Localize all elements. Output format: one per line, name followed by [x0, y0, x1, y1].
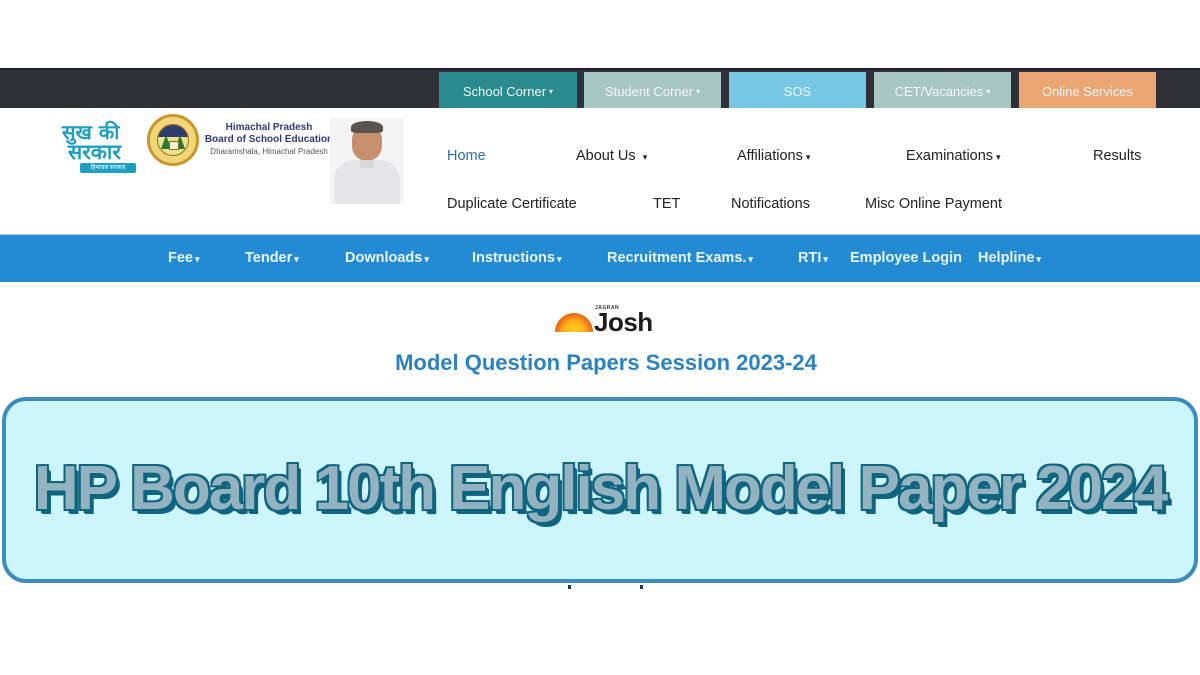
cet-vacancies-label: CET/Vacancies — [894, 83, 984, 99]
menu-helpline-label: Helpline — [978, 250, 1035, 266]
menu-instructions-label: Instructions — [472, 250, 555, 266]
caret-down-icon: ▾ — [195, 254, 200, 264]
menu-recruitment-exams[interactable]: Recruitment Exams. ▾ — [607, 250, 753, 266]
nav-affiliations-label: Affiliations — [737, 148, 803, 164]
nav-home[interactable]: Home — [447, 148, 486, 164]
main-menu-bar: Fee ▾ Tender ▾ Downloads ▾ Instructions ▾ Re… — [0, 234, 1200, 282]
nav-notifications-label: Notifications — [731, 196, 810, 212]
jagran-josh-logo: JAGRAN Josh — [555, 305, 655, 339]
menu-downloads[interactable]: Downloads ▾ — [345, 250, 429, 266]
menu-downloads-label: Downloads — [345, 250, 423, 266]
sos-button[interactable]: SOS — [729, 72, 866, 110]
caret-down-icon: ▾ — [996, 152, 1001, 162]
emblem-inner — [157, 124, 189, 156]
nav-home-label: Home — [447, 148, 486, 164]
menu-tender[interactable]: Tender ▾ — [245, 250, 299, 266]
slogan-line-2: सरकार — [68, 140, 121, 164]
menu-rti[interactable]: RTI ▾ — [798, 250, 828, 266]
chief-minister-photo — [330, 118, 404, 204]
page: School Corner ▾ Student Corner ▾ SOS CET/V… — [0, 0, 1200, 675]
title-banner: HP Board 10th English Model Paper 2024 — [2, 397, 1198, 583]
photo-hair — [351, 121, 383, 133]
nav-tet-label: TET — [653, 196, 681, 212]
board-location: Dharamshala, Himachal Pradesh — [210, 147, 328, 156]
sukh-ki-sarkar-logo[interactable]: सुख की सरकार हिमाचल सरकार — [56, 118, 142, 174]
nav-tet[interactable]: TET — [653, 196, 680, 212]
caret-down-icon: ▾ — [1036, 254, 1041, 264]
nav-results[interactable]: Results — [1093, 148, 1141, 164]
nav-duplicate-certificate[interactable]: Duplicate Certificate — [447, 196, 577, 212]
nav-misc-online-payment-label: Misc Online Payment — [865, 196, 1002, 212]
text-fragment-mark — [568, 585, 571, 589]
online-services-button[interactable]: Online Services — [1019, 72, 1156, 110]
caret-down-icon: ▾ — [805, 152, 811, 162]
menu-recruitment-exams-label: Recruitment Exams. — [607, 250, 747, 266]
sos-label: SOS — [783, 83, 812, 99]
top-utility-bar: School Corner ▾ Student Corner ▾ SOS CET/V… — [0, 68, 1200, 110]
caret-down-icon: ▾ — [642, 152, 648, 162]
student-corner-label: Student Corner — [604, 83, 694, 99]
menu-instructions[interactable]: Instructions ▾ — [472, 250, 562, 266]
caret-down-icon: ▾ — [424, 254, 429, 264]
online-services-label: Online Services — [1041, 83, 1134, 99]
nav-duplicate-certificate-label: Duplicate Certificate — [447, 196, 577, 212]
nav-examinations[interactable]: Examinations ▾ — [906, 148, 1001, 164]
menu-employee-login[interactable]: Employee Login — [850, 250, 962, 266]
model-papers-heading: Model Question Papers Session 2023-24 — [395, 350, 817, 375]
rising-sun-icon — [555, 313, 593, 332]
caret-down-icon: ▾ — [556, 254, 562, 264]
school-corner-button[interactable]: School Corner ▾ — [439, 72, 577, 110]
site-header: सुख की सरकार हिमाचल सरकार Himachal Prade… — [0, 108, 1200, 234]
nav-about-us-label: About Us — [576, 148, 636, 164]
banner-title: HP Board 10th English Model Paper 2024 — [32, 453, 1169, 525]
nav-affiliations[interactable]: Affiliations ▾ — [737, 148, 810, 164]
board-name: Himachal Pradesh Board of School Educati… — [204, 122, 334, 158]
nav-examinations-label: Examinations — [906, 148, 994, 164]
caret-down-icon: ▾ — [823, 254, 828, 264]
nav-misc-online-payment[interactable]: Misc Online Payment — [865, 196, 1002, 212]
text-fragment-mark — [640, 585, 643, 589]
board-name-line-1: Himachal Pradesh — [225, 122, 313, 133]
board-name-line-2: Board of School Education — [204, 134, 334, 145]
caret-down-icon: ▾ — [986, 86, 991, 96]
nav-about-us[interactable]: About Us ▾ — [576, 148, 647, 164]
cet-vacancies-button[interactable]: CET/Vacancies ▾ — [874, 72, 1011, 110]
caret-down-icon: ▾ — [748, 254, 753, 264]
school-corner-label: School Corner — [462, 83, 547, 99]
menu-helpline[interactable]: Helpline ▾ — [978, 250, 1041, 266]
board-emblem-icon[interactable] — [147, 114, 199, 166]
emblem-book-icon — [169, 141, 179, 150]
menu-rti-label: RTI — [798, 250, 822, 266]
caret-down-icon: ▾ — [294, 254, 299, 264]
menu-tender-label: Tender — [245, 250, 293, 266]
josh-wordmark: Josh — [594, 307, 653, 337]
nav-results-label: Results — [1093, 148, 1142, 164]
student-corner-button[interactable]: Student Corner ▾ — [584, 72, 721, 110]
menu-fee-label: Fee — [168, 250, 193, 266]
slogan-line-3: हिमाचल सरकार — [80, 163, 136, 173]
menu-employee-login-label: Employee Login — [850, 250, 962, 266]
caret-down-icon: ▾ — [549, 86, 554, 96]
nav-notifications[interactable]: Notifications — [731, 196, 810, 212]
caret-down-icon: ▾ — [696, 86, 701, 96]
menu-fee[interactable]: Fee ▾ — [168, 250, 200, 266]
partial-text-fragment — [568, 585, 648, 589]
